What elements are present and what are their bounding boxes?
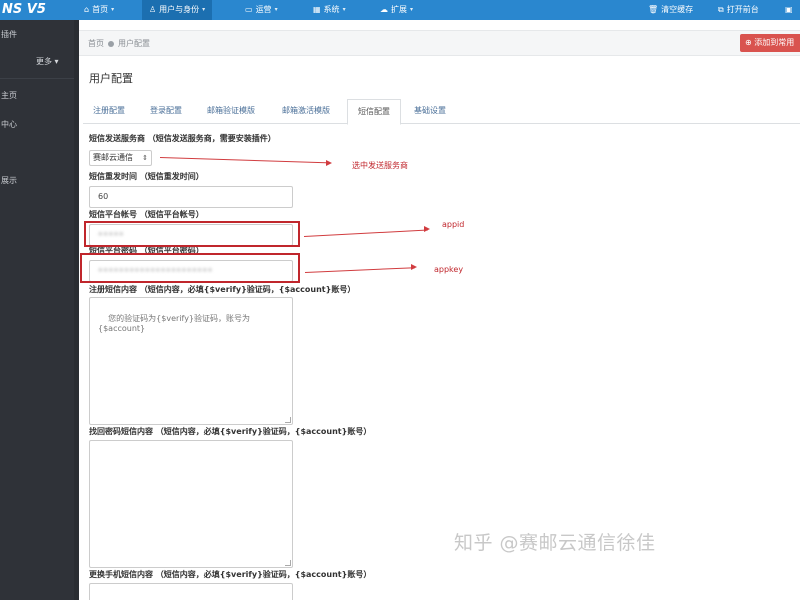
annotation-appkey-note: appkey (434, 265, 464, 274)
sidebar-more-button[interactable]: 更多 ▾ (36, 56, 59, 67)
register-sms-label: 注册短信内容 （短信内容，必填{$verify}验证码，{$account}账号… (89, 284, 355, 295)
resend-hint: （短信重发时间） (139, 172, 204, 181)
nav-user-identity-label: 用户与身份 (159, 5, 200, 14)
sidebar-item-center[interactable]: 中心 (0, 118, 74, 132)
change-phone-sms-textarea[interactable] (89, 583, 293, 600)
arrow-head-icon (424, 226, 430, 232)
findpwd-sms-label: 找回密码短信内容 （短信内容，必填{$verify}验证码，{$account}… (89, 426, 371, 437)
clear-cache-label: 清空缓存 (661, 5, 694, 14)
register-sms-hint: （短信内容，必填{$verify}验证码，{$account}账号） (139, 285, 356, 294)
watermark: 知乎 @赛邮云通信徐佳 (454, 532, 656, 554)
page-title: 用户配置 (89, 72, 133, 85)
chevron-down-icon: ▾ (342, 6, 346, 13)
provider-label-text: 短信发送服务商 (89, 134, 145, 143)
annotation-box-password (80, 253, 300, 283)
nav-operations-label: 运营 (255, 5, 272, 14)
annotation-box-account (84, 221, 300, 247)
nav-operations[interactable]: ▭ 运营 ▾ (245, 0, 278, 20)
main-content: 首页 用户配置 ⊕ 添加到常用 用户配置 注册配置 登录配置 邮箱验证模版 邮箱… (79, 20, 800, 600)
home-icon: ⌂ (84, 5, 90, 14)
resend-label-text: 短信重发时间 (89, 172, 137, 181)
change-phone-sms-label: 更换手机短信内容 （短信内容，必填{$verify}验证码，{$account}… (89, 569, 371, 580)
breadcrumb-separator-icon (108, 40, 114, 47)
sidebar: 插件 更多 ▾ 主页 中心 展示 (0, 20, 74, 600)
open-frontend-button[interactable]: ⧉ 打开前台 (718, 0, 759, 20)
brand-logo[interactable]: NS V5 (0, 0, 74, 20)
register-sms-value: 您的验证码为{$verify}验证码，账号为{$account} (98, 314, 251, 333)
chevron-down-icon: ▾ (410, 6, 414, 13)
register-sms-label-text: 注册短信内容 (89, 285, 137, 294)
nav-system[interactable]: ▦ 系统 ▾ (313, 0, 346, 20)
resend-label: 短信重发时间 （短信重发时间） (89, 171, 204, 182)
windows-icon: ▦ (313, 5, 321, 14)
arrow-head-icon (326, 160, 332, 166)
provider-select[interactable]: 赛邮云通信 ⇕ (89, 150, 152, 166)
account-label-text: 短信平台帐号 (89, 210, 137, 219)
sidebar-item-home[interactable]: 主页 (0, 89, 74, 103)
user-icon: ♙ (149, 5, 157, 14)
top-navbar: NS V5 ⌂ 首页 ▾ ♙ 用户与身份 ▾ ▭ 运营 ▾ ▦ 系统 ▾ ☁ 扩… (0, 0, 800, 20)
nav-system-label: 系统 (323, 5, 340, 14)
tab-email-verify-template[interactable]: 邮箱验证模版 (197, 99, 265, 124)
avatar-icon: ▣ (785, 5, 793, 14)
findpwd-sms-hint: （短信内容，必填{$verify}验证码，{$account}账号） (155, 427, 372, 436)
tab-basic-settings[interactable]: 基础设置 (404, 99, 456, 124)
breadcrumb: 首页 用户配置 (88, 38, 150, 49)
annotation-provider-note: 选中发送服务商 (352, 161, 408, 170)
chevron-down-icon: ▾ (274, 6, 278, 13)
tab-email-activate-template[interactable]: 邮箱激活模版 (272, 99, 340, 124)
cloud-icon: ☁ (380, 5, 388, 14)
chevron-down-icon: ▾ (202, 6, 206, 13)
account-label: 短信平台帐号 （短信平台帐号） (89, 209, 204, 220)
copy-icon: ⧉ (718, 5, 724, 14)
findpwd-sms-label-text: 找回密码短信内容 (89, 427, 153, 436)
chevron-down-icon: ▾ (111, 6, 115, 13)
resize-handle-icon[interactable] (285, 560, 291, 566)
nav-home-label: 首页 (92, 5, 109, 14)
add-to-favorites-button[interactable]: ⊕ 添加到常用 (740, 34, 800, 52)
breadcrumb-home[interactable]: 首页 (88, 38, 104, 49)
nav-extensions[interactable]: ☁ 扩展 ▾ (380, 0, 413, 20)
select-arrows-icon: ⇕ (142, 154, 148, 162)
account-hint: （短信平台帐号） (139, 210, 204, 219)
tab-register-config[interactable]: 注册配置 (83, 99, 135, 124)
provider-hint: （短信发送服务商，需要安装插件） (147, 134, 276, 143)
sidebar-item-display[interactable]: 展示 (0, 174, 74, 188)
resend-time-input[interactable]: 60 (89, 186, 293, 208)
config-tabs: 注册配置 登录配置 邮箱验证模版 邮箱激活模版 短信配置 基础设置 (83, 99, 800, 125)
provider-label: 短信发送服务商 （短信发送服务商，需要安装插件） (89, 133, 276, 144)
change-phone-sms-hint: （短信内容，必填{$verify}验证码，{$account}账号） (155, 570, 372, 579)
user-avatar-button[interactable]: ▣ (785, 0, 793, 20)
sidebar-divider (0, 78, 74, 79)
trash-icon: 🗑 (648, 5, 659, 14)
breadcrumb-bar: 首页 用户配置 (79, 30, 800, 56)
tab-sms-config[interactable]: 短信配置 (347, 99, 401, 125)
change-phone-sms-label-text: 更换手机短信内容 (89, 570, 153, 579)
arrow-head-icon (411, 264, 417, 270)
tab-login-config[interactable]: 登录配置 (140, 99, 192, 124)
register-sms-textarea[interactable]: 您的验证码为{$verify}验证码，账号为{$account} (89, 297, 293, 425)
sidebar-item-plugins[interactable]: 插件 (0, 28, 74, 42)
sidebar-item-collapsed[interactable] (0, 146, 74, 160)
resize-handle-icon[interactable] (285, 417, 291, 423)
nav-user-identity[interactable]: ♙ 用户与身份 ▾ (142, 0, 213, 20)
open-frontend-label: 打开前台 (726, 5, 759, 14)
desktop-icon: ▭ (245, 5, 253, 14)
nav-extensions-label: 扩展 (391, 5, 407, 14)
annotation-appid-note: appid (442, 220, 465, 229)
provider-select-value: 赛邮云通信 (93, 153, 133, 162)
findpwd-sms-textarea[interactable] (89, 440, 293, 568)
clear-cache-button[interactable]: 🗑 清空缓存 (648, 0, 693, 20)
breadcrumb-current: 用户配置 (118, 39, 150, 48)
nav-home[interactable]: ⌂ 首页 ▾ (84, 0, 114, 20)
